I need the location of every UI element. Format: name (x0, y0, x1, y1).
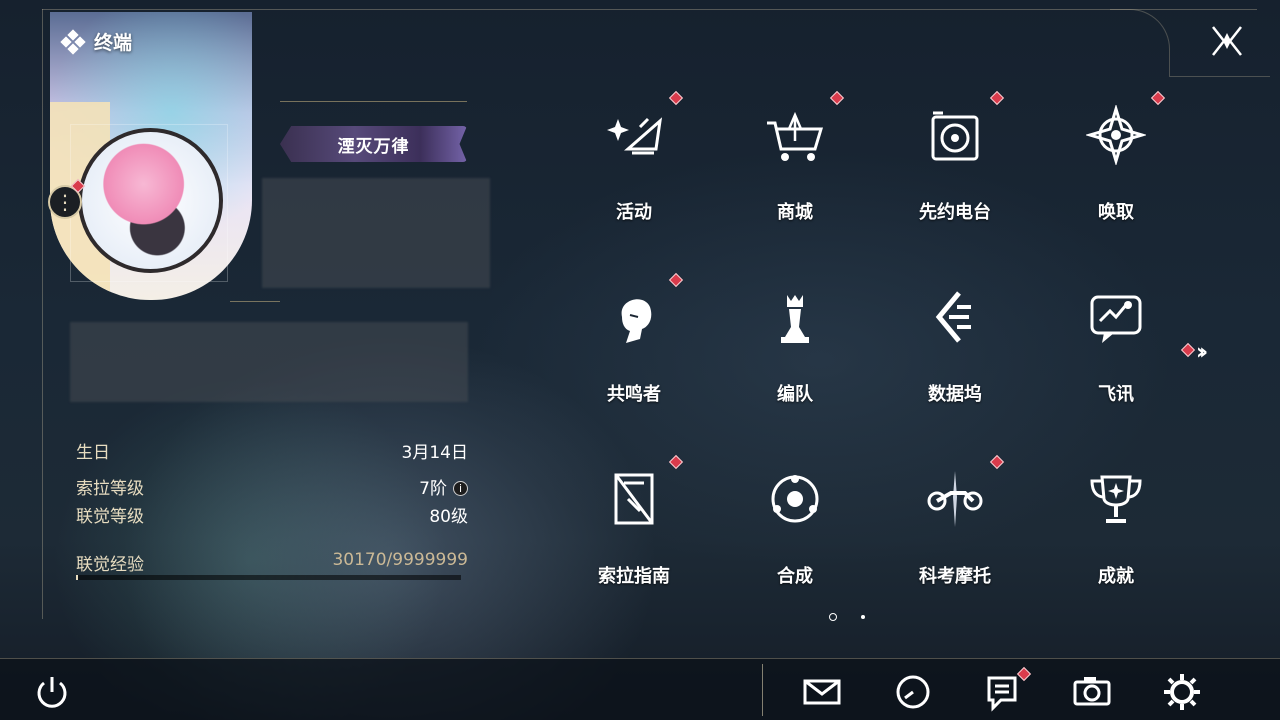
stat-value: 80级 (429, 507, 468, 527)
badge (668, 454, 684, 470)
tile-achievements[interactable]: 成就 (1066, 459, 1166, 609)
divider-line (230, 301, 280, 302)
tile-label: 商城 (777, 202, 813, 223)
tile-data-dock[interactable]: 数据坞 (905, 277, 1005, 427)
camera-icon[interactable] (1072, 672, 1112, 712)
stat-label: 生日 (76, 443, 110, 463)
trophy-icon (1090, 475, 1142, 523)
page-dot-active[interactable] (829, 613, 837, 621)
tile-resonators[interactable]: 共鸣者 (584, 272, 684, 427)
tile-team[interactable]: 编队 (745, 277, 845, 427)
tile-sola-guide[interactable]: 索拉指南 (584, 454, 684, 609)
tile-label: 活动 (616, 202, 652, 223)
tile-label: 科考摩托 (919, 566, 991, 587)
data-dock-icon (935, 291, 971, 343)
stat-union-level: 联觉等级 80级 (76, 502, 468, 527)
exp-progress-fill (76, 575, 78, 580)
synthesis-icon (771, 475, 819, 523)
tile-motorcycle[interactable]: 科考摩托 (905, 454, 1005, 609)
page-title-text: 终端 (94, 32, 133, 54)
stat-value: 3月14日 (401, 443, 468, 463)
divider-line (280, 101, 467, 102)
frame-line-right (1170, 76, 1270, 77)
bottom-divider (762, 664, 763, 716)
tile-label: 唤取 (1098, 202, 1134, 223)
chat-bubble-icon (1090, 295, 1142, 343)
stat-value-wrap: 7阶 i (419, 474, 468, 499)
avatar[interactable] (78, 128, 223, 273)
frame-line-top (42, 9, 1257, 10)
tile-label: 成就 (1098, 566, 1134, 587)
page-dot[interactable] (861, 615, 865, 619)
stat-label: 联觉等级 (76, 507, 144, 527)
stat-value: 7阶 (419, 479, 447, 499)
page-title: 终端 (60, 28, 133, 55)
next-page-icon[interactable]: ›› (1196, 340, 1208, 365)
player-name-blurred (262, 178, 490, 288)
chess-piece-icon (781, 295, 809, 343)
shopping-cart-icon (767, 111, 824, 161)
character-head-icon (621, 299, 652, 343)
badge (668, 90, 684, 106)
compass-star-icon (1086, 105, 1146, 165)
sparkle-icon (607, 117, 663, 155)
tile-label: 先约电台 (919, 202, 991, 223)
tile-label: 数据坞 (928, 384, 982, 405)
tile-label: 合成 (777, 566, 813, 587)
mail-icon[interactable] (802, 672, 842, 712)
guide-book-icon (614, 473, 654, 525)
notice-icon[interactable] (983, 672, 1023, 712)
tile-messages[interactable]: 飞讯 (1066, 277, 1166, 427)
info-icon[interactable]: i (453, 481, 468, 496)
close-icon[interactable] (1210, 24, 1244, 58)
motorcycle-icon (927, 471, 983, 527)
signature-blurred (70, 322, 468, 402)
exp-label: 联觉经验 (76, 555, 144, 575)
badge (668, 272, 684, 288)
badge (989, 90, 1005, 106)
settings-gear-icon[interactable] (1162, 672, 1202, 712)
radio-icon (931, 111, 979, 161)
tile-label: 共鸣者 (607, 384, 661, 405)
frame-line-left (42, 9, 43, 619)
tile-convene[interactable]: 唤取 (1066, 90, 1166, 245)
stat-birthday: 生日 3月14日 (76, 438, 468, 463)
frame-corner (1110, 9, 1170, 77)
tile-activity[interactable]: 活动 (584, 90, 684, 245)
exp-value: 30170/9999999 (332, 550, 468, 570)
tile-label: 编队 (777, 384, 813, 405)
next-page-badge (1180, 342, 1196, 358)
badge (1150, 90, 1166, 106)
badge (829, 90, 845, 106)
exp-progress-bar (76, 575, 461, 580)
tile-store[interactable]: 商城 (745, 90, 845, 245)
power-icon[interactable] (32, 672, 72, 712)
stat-label: 索拉等级 (76, 479, 144, 499)
tile-radio[interactable]: 先约电台 (905, 90, 1005, 245)
tile-label: 索拉指南 (598, 566, 670, 587)
tile-synthesis[interactable]: 合成 (745, 459, 845, 609)
terminal-icon (60, 28, 86, 55)
stat-sola-level: 索拉等级 7阶 i (76, 474, 468, 499)
title-tag-text: 湮灭万律 (337, 136, 410, 157)
tile-label: 飞讯 (1098, 384, 1134, 405)
title-tag[interactable]: 湮灭万律 (280, 126, 467, 162)
badge (989, 454, 1005, 470)
clock-icon[interactable] (893, 672, 933, 712)
